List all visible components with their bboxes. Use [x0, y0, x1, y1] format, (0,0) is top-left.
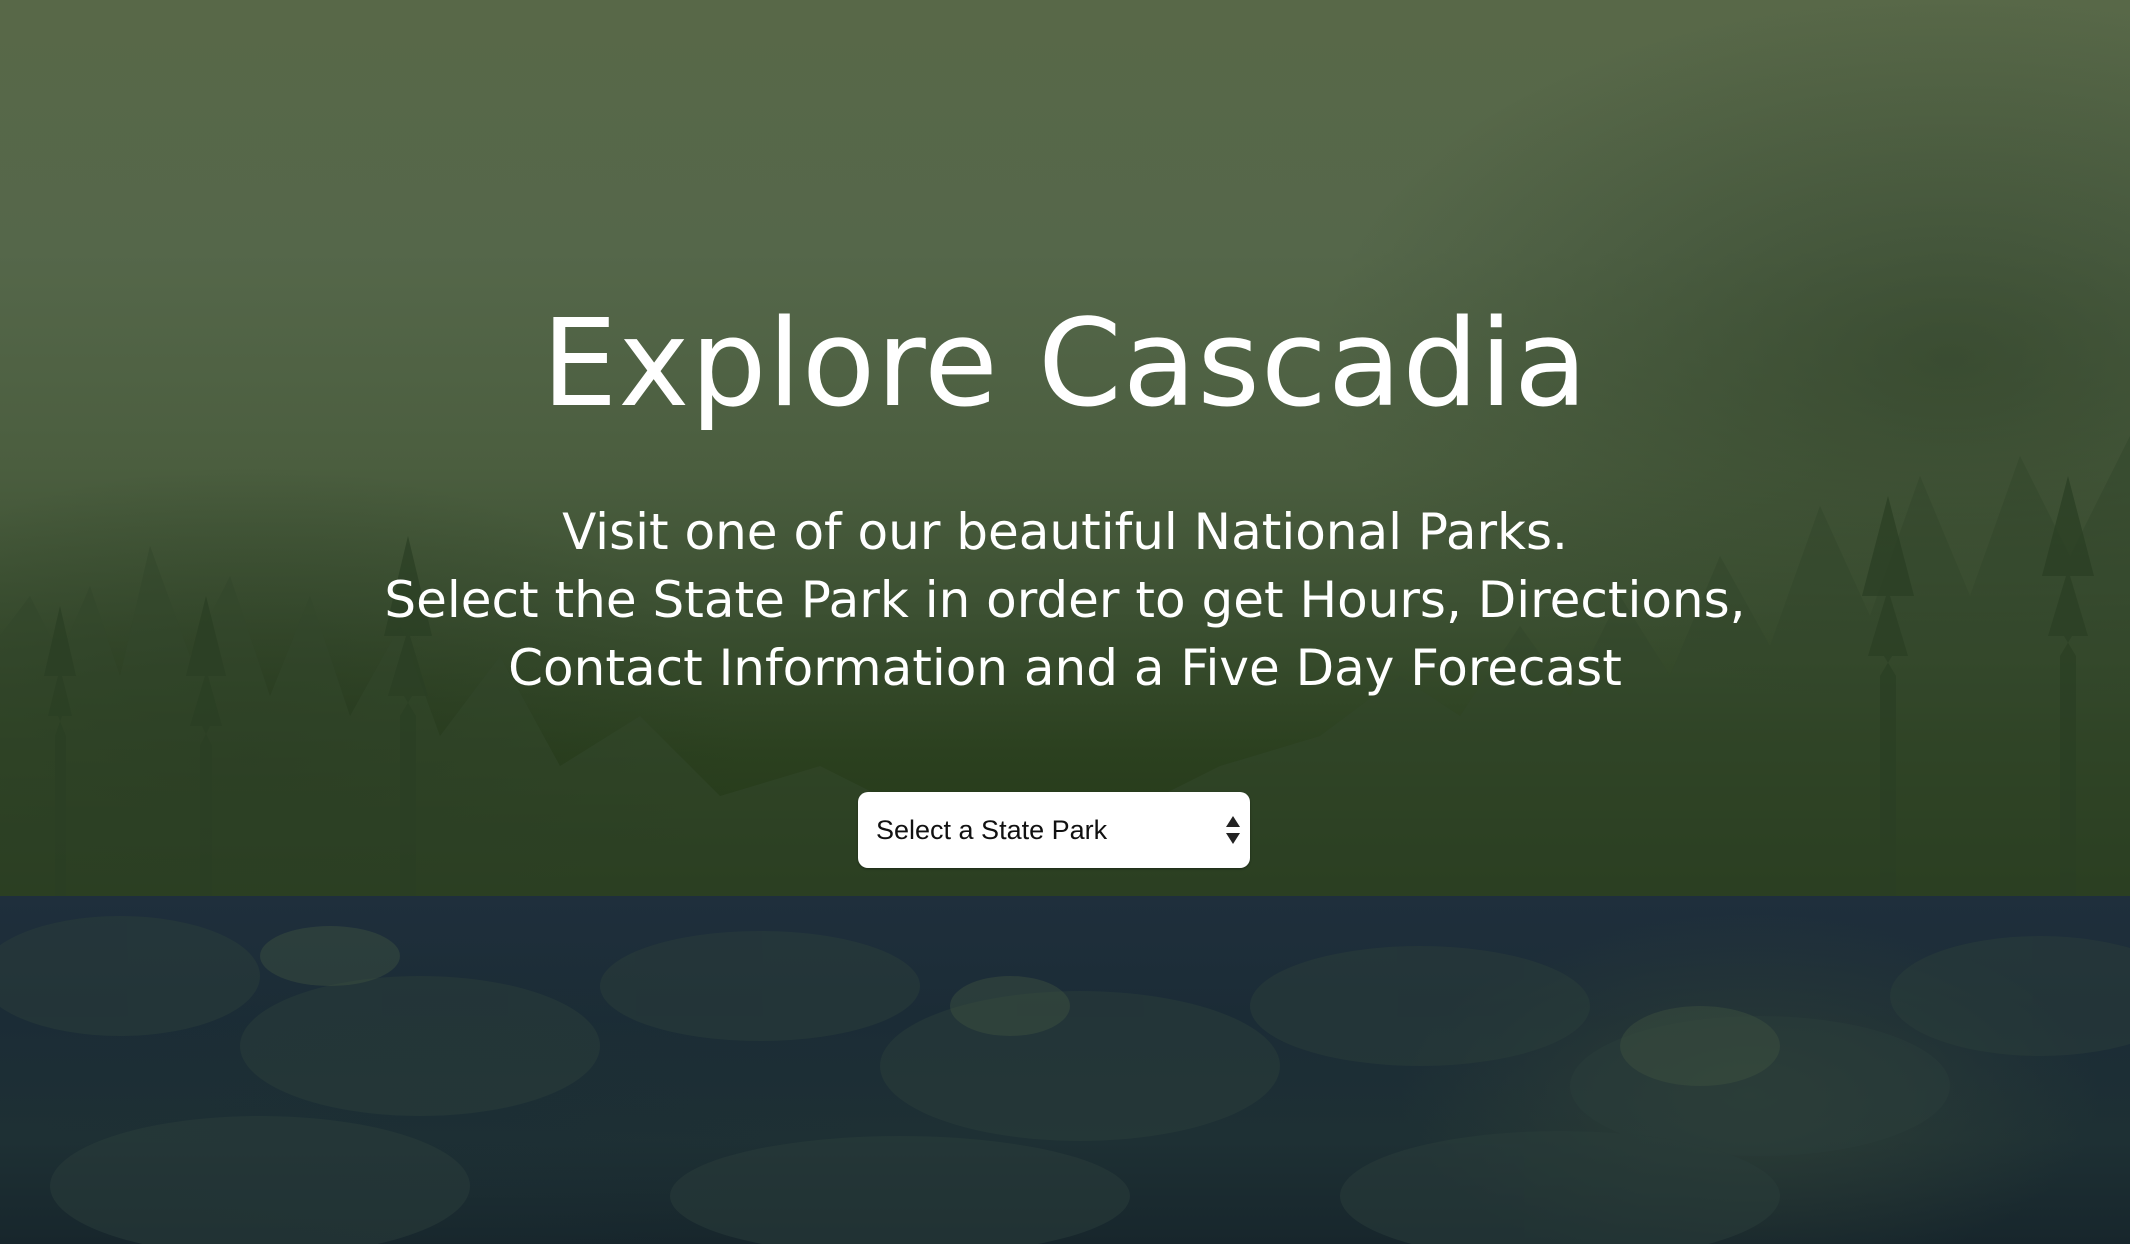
hero-content: Explore Cascadia Visit one of our beauti…	[0, 0, 2130, 896]
subtitle-line-3: Contact Information and a Five Day Forec…	[508, 639, 1622, 697]
hero-subtitle: Visit one of our beautiful National Park…	[365, 498, 1765, 702]
updown-arrows-icon	[1226, 816, 1240, 844]
subtitle-line-1: Visit one of our beautiful National Park…	[562, 503, 1568, 561]
page-title: Explore Cascadia	[541, 295, 1589, 434]
forest-canopy-section	[0, 896, 2130, 1244]
canopy-texture	[0, 916, 2130, 1244]
hero-section: Explore Cascadia Visit one of our beauti…	[0, 0, 2130, 896]
state-park-select[interactable]: Select a State Park	[858, 792, 1250, 868]
state-park-select-value: Select a State Park	[876, 815, 1108, 845]
subtitle-line-2: Select the State Park in order to get Ho…	[384, 571, 1746, 629]
